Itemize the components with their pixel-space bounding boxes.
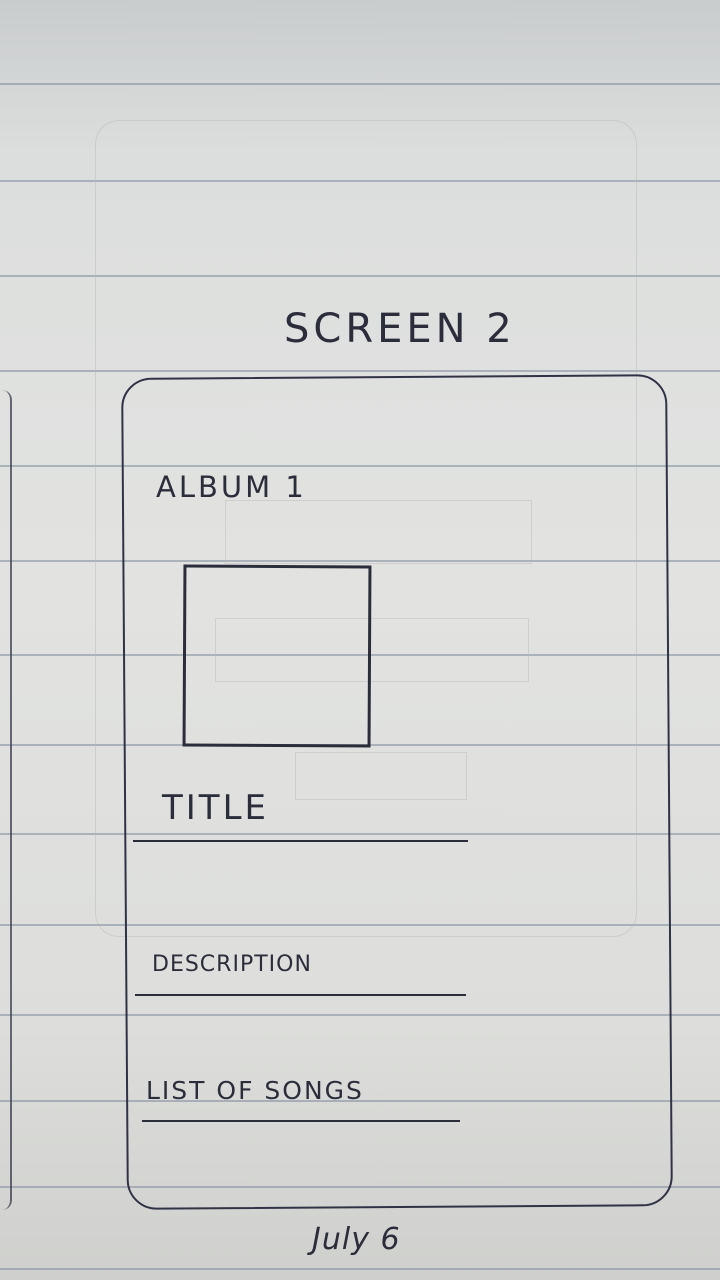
title-label: TITLE — [162, 788, 269, 828]
ruled-line — [0, 83, 720, 85]
date-label: July 6 — [312, 1222, 401, 1257]
screen-title: SCREEN 2 — [284, 306, 516, 352]
title-underline — [133, 840, 468, 842]
description-underline — [135, 994, 466, 996]
adjacent-sketch-edge — [0, 390, 12, 1210]
list-of-songs-label: LIST OF SONGS — [146, 1076, 364, 1105]
ruled-line — [0, 1268, 720, 1270]
list-of-songs-underline — [142, 1120, 460, 1122]
album-art-placeholder — [182, 564, 372, 748]
album-label: ALBUM 1 — [156, 470, 307, 504]
description-label: DESCRIPTION — [152, 952, 312, 977]
